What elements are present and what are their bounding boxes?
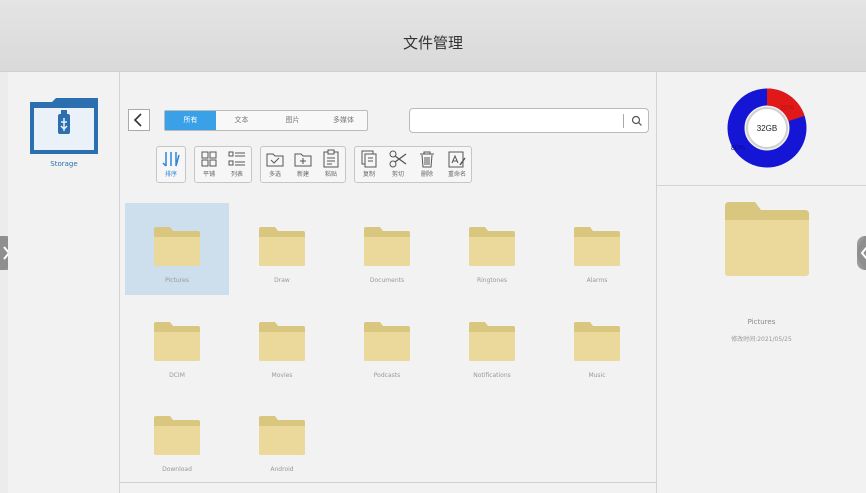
edit-group: 多选 新建 粘贴 — [260, 146, 346, 183]
folder-icon — [574, 227, 620, 266]
folder-name: Draw — [274, 277, 290, 284]
tab-all[interactable]: 所有 — [165, 111, 216, 130]
folder-icon — [364, 227, 410, 266]
search-divider — [623, 114, 624, 128]
sort-icon — [162, 152, 180, 167]
folder-icon — [469, 322, 515, 361]
tab-text[interactable]: 文本 — [216, 111, 267, 130]
storage-device-usb[interactable]: Storage — [30, 98, 98, 176]
capacity-label: 32GB — [757, 124, 777, 133]
usb-storage-icon — [30, 98, 98, 154]
used-percent-label: 20% — [780, 105, 794, 112]
folder-icon — [154, 322, 200, 361]
multi-select-icon — [266, 153, 284, 167]
folder-name: Alarms — [586, 277, 608, 284]
sort-button[interactable]: 排序 — [158, 148, 184, 182]
folder-item[interactable]: Alarms — [545, 203, 649, 295]
new-folder-button[interactable]: 新建 — [290, 148, 316, 182]
folder-name: Notifications — [473, 372, 511, 379]
folder-item[interactable]: Draw — [230, 203, 334, 295]
folder-name: Documents — [369, 277, 405, 284]
folder-name: Android — [270, 466, 294, 473]
folder-icon — [364, 322, 410, 361]
folder-name: Movies — [271, 372, 293, 379]
sort-group: 排序 — [156, 146, 186, 183]
search-input[interactable] — [409, 108, 649, 133]
folder-name: Podcasts — [373, 372, 401, 379]
folder-item[interactable]: Ringtones — [440, 203, 544, 295]
delete-label: 删除 — [420, 171, 433, 178]
free-percent-label: 80% — [731, 145, 745, 152]
folder-item[interactable]: Music — [545, 298, 649, 390]
tile-view-button[interactable]: 平铺 — [196, 148, 222, 182]
detail-panel: 32GB 20% 80% Pictures 修改时间:2021/05/25 — [657, 72, 866, 493]
paste-icon — [323, 149, 339, 168]
selected-folder-preview-icon — [725, 202, 809, 276]
search-icon[interactable] — [630, 111, 644, 131]
chevron-left-icon — [133, 113, 142, 127]
copy-label: 复制 — [362, 171, 375, 178]
delete-button[interactable]: 删除 — [414, 148, 440, 182]
folder-name: Download — [162, 466, 192, 473]
folder-icon — [154, 416, 200, 455]
copy-icon — [361, 150, 377, 168]
list-label: 列表 — [230, 171, 243, 178]
sort-label: 排序 — [164, 171, 177, 178]
folder-icon — [154, 227, 200, 266]
paste-button[interactable]: 粘贴 — [318, 148, 344, 182]
folder-name: Pictures — [165, 277, 189, 284]
back-button[interactable] — [128, 109, 150, 131]
folder-item[interactable]: Pictures — [125, 203, 229, 295]
folder-name: Ringtones — [476, 277, 508, 284]
folder-item[interactable]: Notifications — [440, 298, 544, 390]
tab-images[interactable]: 图片 — [267, 111, 318, 130]
rename-button[interactable]: 重命名 — [444, 148, 470, 182]
folder-item[interactable]: DCIM — [125, 298, 229, 390]
page-title: 文件管理 — [402, 34, 463, 52]
grid-icon — [201, 151, 217, 167]
tab-media[interactable]: 多媒体 — [318, 111, 369, 130]
storage-panel: Storage — [8, 72, 120, 493]
folder-icon — [259, 322, 305, 361]
tile-label: 平铺 — [202, 171, 215, 178]
folder-item[interactable]: Movies — [230, 298, 334, 390]
filter-tabs: 所有 文本 图片 多媒体 — [164, 110, 368, 131]
rename-icon — [448, 151, 466, 168]
new-label: 新建 — [296, 171, 309, 178]
selected-modified-time: 修改时间:2021/05/25 — [731, 336, 792, 343]
folder-name: Music — [588, 372, 606, 379]
copy-button[interactable]: 复制 — [356, 148, 382, 182]
folder-item[interactable]: Podcasts — [335, 298, 439, 390]
file-browser: 所有 文本 图片 多媒体 排序 平铺 列表 多选 新建 粘贴 复制 剪切 删除 … — [120, 72, 657, 493]
folder-icon — [574, 322, 620, 361]
folder-item[interactable]: Download — [125, 392, 229, 484]
folder-item[interactable]: Documents — [335, 203, 439, 295]
file-ops-group: 复制 剪切 删除 重命名 — [354, 146, 472, 183]
storage-usage-chart: 32GB 20% 80% — [727, 88, 807, 168]
folder-item[interactable]: Android — [230, 392, 334, 484]
title-bar: 文件管理 — [0, 0, 866, 72]
multi-select-label: 多选 — [268, 171, 281, 178]
multi-select-button[interactable]: 多选 — [262, 148, 288, 182]
folder-name: DCIM — [169, 372, 185, 379]
cut-label: 剪切 — [391, 171, 404, 178]
folder-icon — [259, 416, 305, 455]
rename-label: 重命名 — [447, 171, 466, 178]
bottom-divider — [120, 482, 657, 483]
view-group: 平铺 列表 — [194, 146, 252, 183]
detail-divider — [657, 185, 866, 186]
selected-name: Pictures — [747, 318, 776, 326]
trash-icon — [420, 151, 434, 168]
new-folder-icon — [294, 153, 312, 167]
list-view-button[interactable]: 列表 — [224, 148, 250, 182]
cut-button[interactable]: 剪切 — [385, 148, 411, 182]
file-manager-app: 文件管理 Storage 所有 文本 图片 多媒体 排序 平铺 列表 多选 新建… — [0, 0, 866, 493]
right-drawer-handle[interactable] — [857, 236, 866, 270]
scissors-icon — [389, 150, 407, 168]
folder-icon — [259, 227, 305, 266]
list-icon — [228, 151, 245, 166]
folder-icon — [469, 227, 515, 266]
storage-label: Storage — [50, 160, 78, 168]
paste-label: 粘贴 — [324, 171, 337, 178]
